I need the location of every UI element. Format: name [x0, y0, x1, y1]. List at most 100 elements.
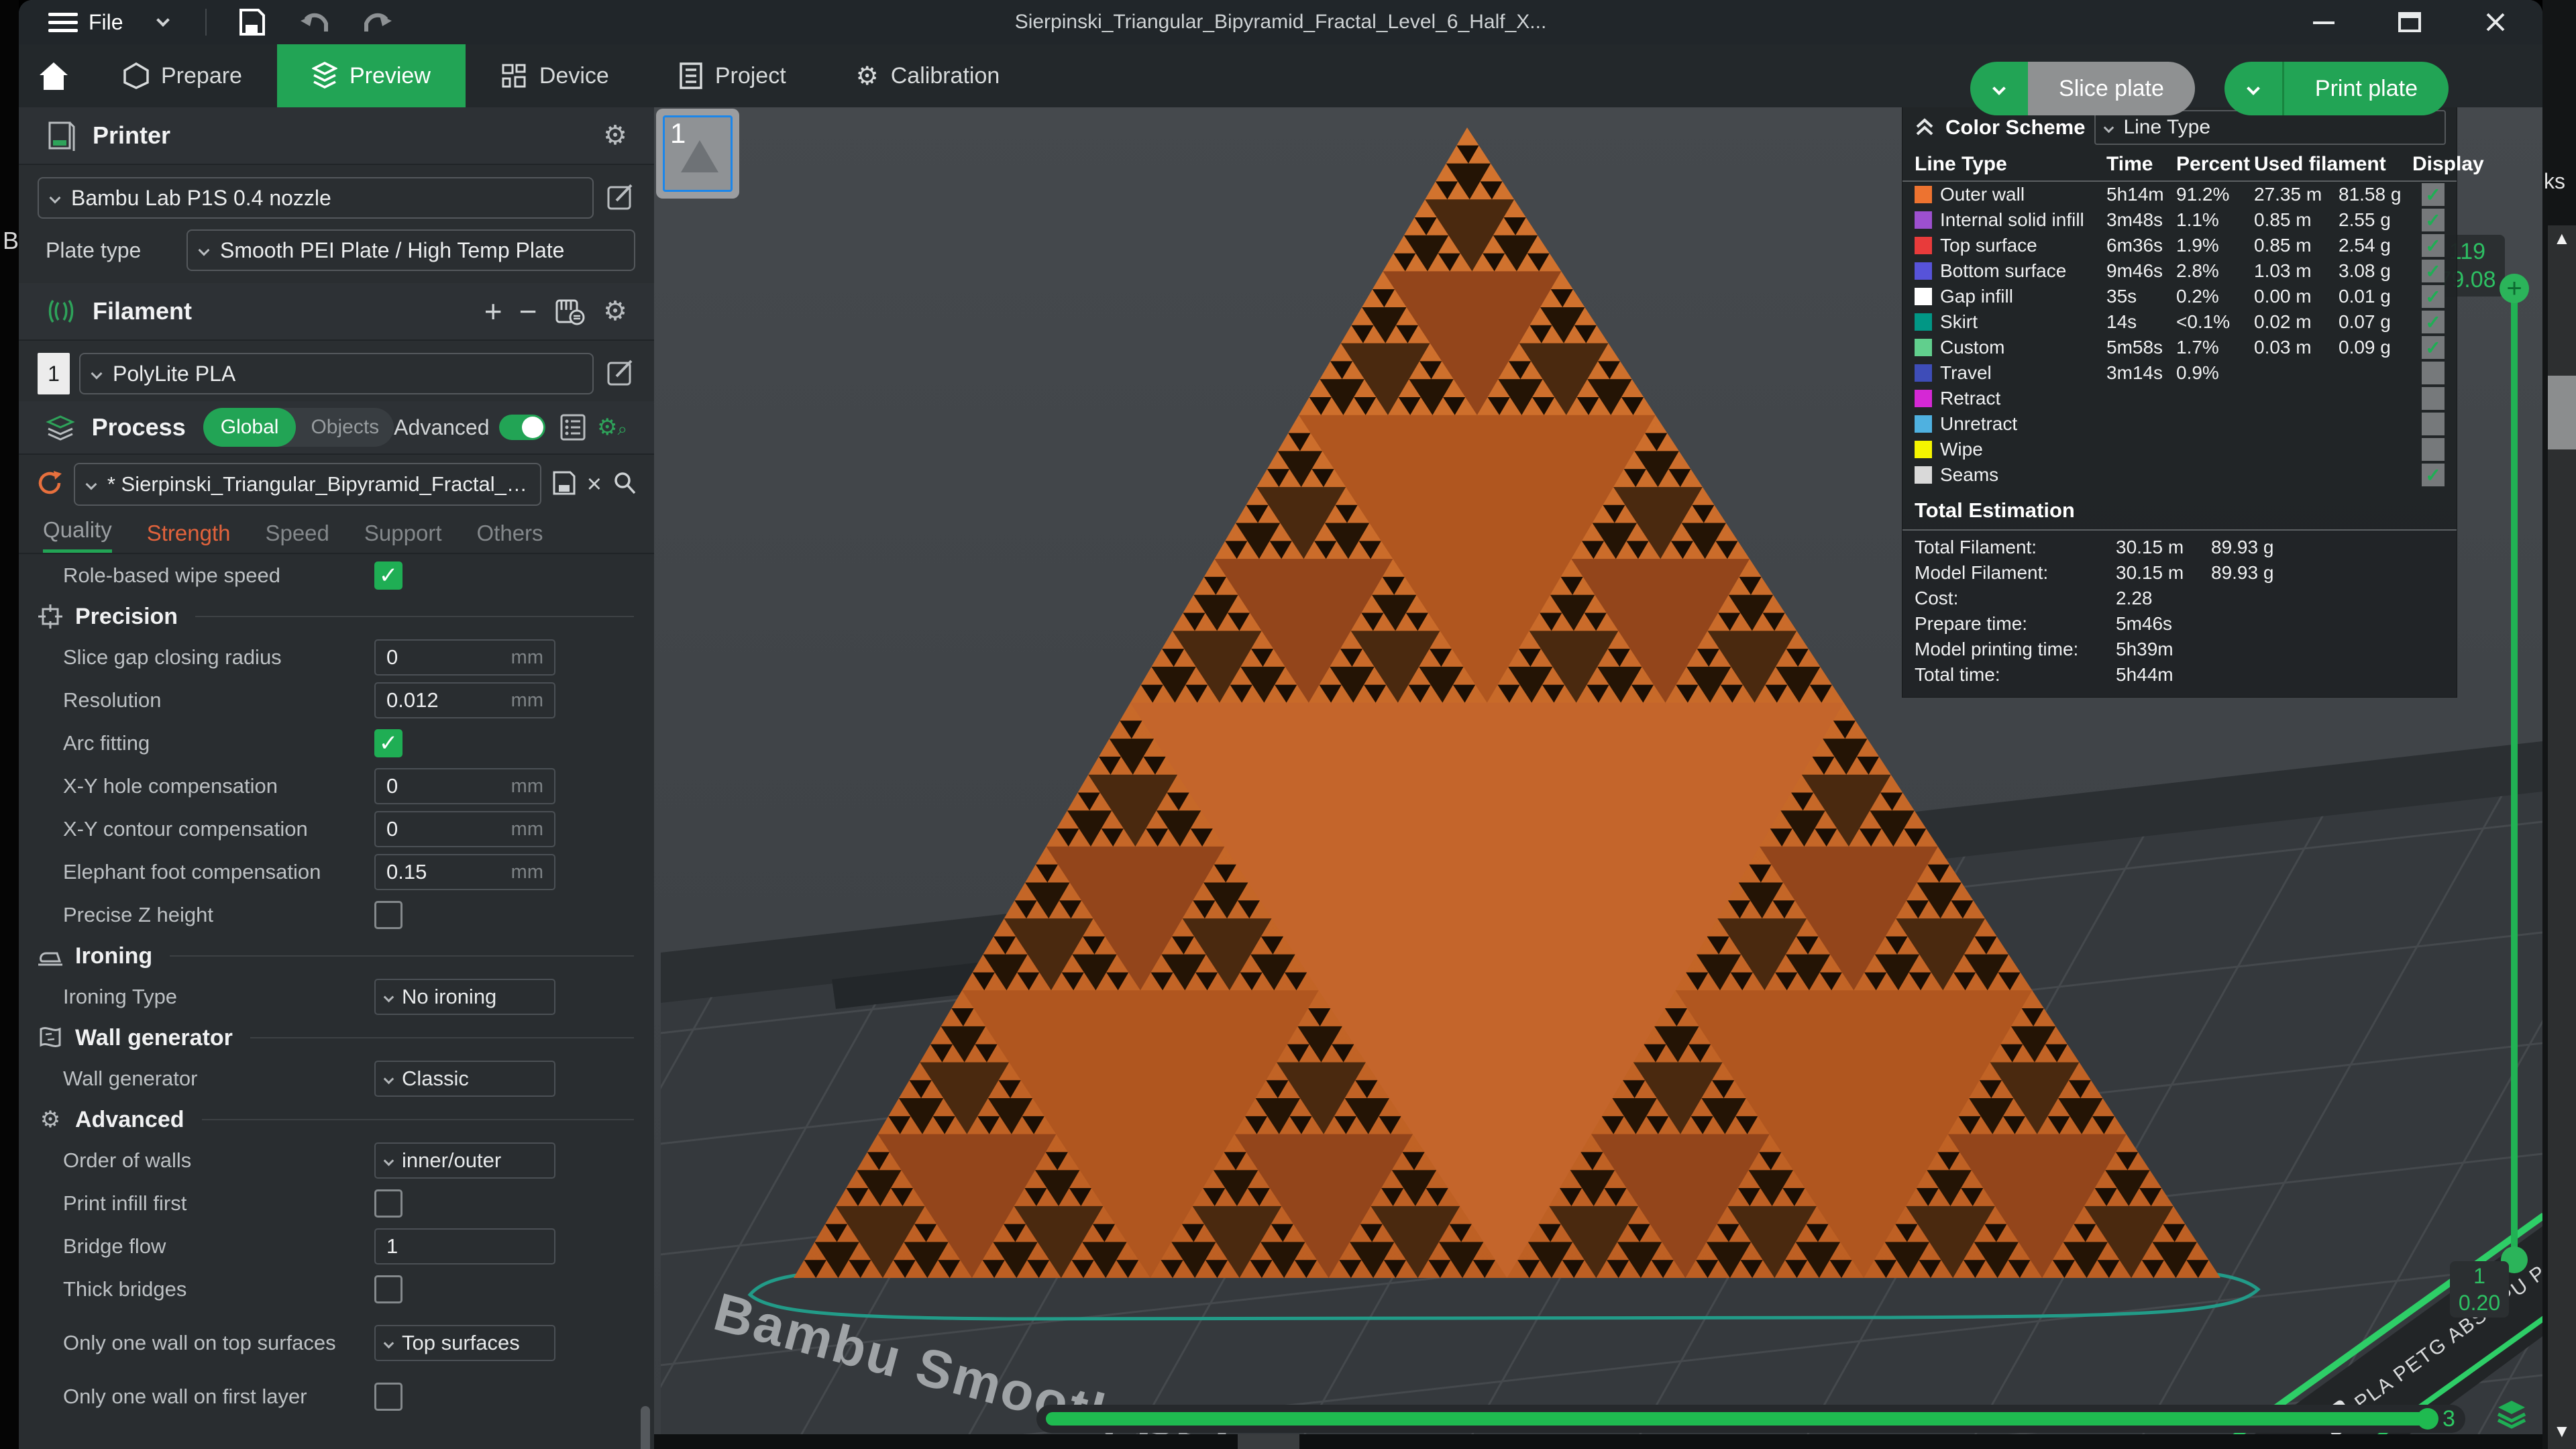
display-checkbox[interactable] — [2422, 387, 2445, 410]
collapse-panel-icon[interactable] — [1913, 116, 1936, 139]
maximize-button[interactable] — [2396, 9, 2423, 36]
ams-sync-icon[interactable] — [555, 296, 586, 327]
display-checkbox[interactable]: ✓ — [2422, 234, 2445, 257]
display-checkbox[interactable]: ✓ — [2422, 183, 2445, 206]
setting-label: Arc fitting — [63, 731, 358, 755]
select-dropdown[interactable]: No ironing — [374, 979, 555, 1015]
close-button[interactable] — [2482, 9, 2509, 36]
checkbox-unchecked[interactable] — [374, 901, 402, 929]
display-checkbox[interactable] — [2422, 413, 2445, 435]
background-scrollbar-thumb — [2548, 376, 2576, 449]
search-icon[interactable] — [611, 470, 638, 500]
redo-icon[interactable] — [362, 7, 393, 38]
select-dropdown[interactable]: Top surfaces — [374, 1325, 555, 1361]
process-section-header: Process Global Objects Advanced ⚙⌕ — [19, 401, 654, 455]
bottom-scrollbar-thumb[interactable] — [1238, 1434, 1299, 1449]
add-filament-button[interactable]: + — [476, 296, 511, 327]
checkbox-unchecked[interactable] — [374, 1383, 402, 1411]
checkbox-checked[interactable]: ✓ — [374, 561, 402, 590]
select-dropdown[interactable]: inner/outer — [374, 1142, 555, 1179]
filament-edit-icon[interactable] — [606, 358, 635, 390]
process-tab-speed[interactable]: Speed — [265, 521, 329, 553]
value-input[interactable]: 0.012mm — [374, 682, 555, 718]
display-checkbox[interactable]: ✓ — [2422, 464, 2445, 486]
settings-scrollbar[interactable] — [641, 1406, 650, 1449]
setting-row: X-Y contour compensation 0mm — [19, 808, 654, 851]
value-input[interactable]: 0mm — [374, 639, 555, 676]
menu-icon[interactable] — [48, 13, 78, 32]
print-plate-button[interactable]: Print plate — [2282, 62, 2449, 115]
value-input[interactable]: 0mm — [374, 768, 555, 804]
display-checkbox[interactable]: ✓ — [2422, 311, 2445, 333]
process-preset-dropdown[interactable]: * Sierpinski_Triangular_Bipyramid_Fracta… — [74, 463, 541, 506]
step-slider-handle[interactable] — [2417, 1408, 2438, 1430]
step-slider-value: 3 — [2443, 1406, 2455, 1432]
file-menu[interactable]: File — [89, 10, 123, 35]
remove-filament-button[interactable]: − — [511, 296, 545, 327]
layer-slider-top-handle[interactable]: + — [2500, 274, 2529, 303]
title-bar: File Sierpinski_Triangular_Bipyramid_Fra… — [19, 0, 2542, 44]
process-tab-quality[interactable]: Quality — [43, 517, 112, 553]
reset-process-icon[interactable] — [35, 468, 64, 501]
process-search-settings-icon[interactable]: ⚙⌕ — [597, 414, 627, 441]
value-input[interactable]: 0mm — [374, 811, 555, 847]
home-icon — [38, 60, 69, 91]
divider — [205, 9, 207, 36]
save-icon[interactable] — [236, 7, 267, 38]
select-dropdown[interactable]: Classic — [374, 1061, 555, 1097]
filament-settings-gear-icon[interactable]: ⚙ — [603, 298, 627, 325]
process-tab-support[interactable]: Support — [364, 521, 442, 553]
scope-objects[interactable]: Objects — [296, 416, 394, 439]
project-icon — [679, 62, 703, 90]
home-tab[interactable] — [19, 44, 89, 107]
undo-icon[interactable] — [299, 7, 330, 38]
scope-global[interactable]: Global — [203, 408, 297, 447]
checkbox-checked[interactable]: ✓ — [374, 729, 402, 757]
filament-section-header: Filament + − ⚙ — [19, 283, 654, 341]
slice-plate-dropdown[interactable] — [1970, 62, 2028, 115]
display-checkbox[interactable] — [2422, 362, 2445, 384]
filament-preset-dropdown[interactable]: PolyLite PLA — [79, 353, 594, 394]
plate-type-dropdown[interactable]: Smooth PEI Plate / High Temp Plate — [186, 229, 635, 271]
minimize-button[interactable] — [2310, 9, 2337, 36]
delete-preset-icon[interactable]: × — [587, 470, 602, 499]
tab-preview[interactable]: Preview — [277, 44, 466, 107]
checkbox-unchecked[interactable] — [374, 1275, 402, 1303]
layer-slider-track[interactable] — [2511, 301, 2518, 1258]
parameter-list-icon[interactable] — [557, 412, 588, 443]
section-header-precision: Precision — [19, 597, 654, 636]
setting-label: Print infill first — [63, 1191, 358, 1216]
save-preset-icon[interactable] — [551, 470, 578, 500]
display-checkbox[interactable]: ✓ — [2422, 209, 2445, 231]
slice-plate-button[interactable]: Slice plate — [2028, 62, 2195, 115]
section-header-wall-generator: Wall generator — [19, 1018, 654, 1057]
display-checkbox[interactable]: ✓ — [2422, 260, 2445, 282]
process-tab-strength[interactable]: Strength — [147, 521, 231, 553]
legend-row: Skirt14s<0.1%0.02 m0.07 g✓ — [1902, 309, 2457, 335]
setting-row: Bridge flow1 — [19, 1225, 654, 1268]
print-plate-dropdown[interactable] — [2224, 62, 2282, 115]
plate-thumbnail[interactable]: 1 — [656, 109, 739, 199]
advanced-toggle[interactable] — [499, 415, 546, 440]
value-input[interactable]: 1 — [374, 1228, 555, 1265]
tab-prepare[interactable]: Prepare — [89, 44, 277, 107]
display-checkbox[interactable]: ✓ — [2422, 336, 2445, 359]
value-input[interactable]: 0.15mm — [374, 854, 555, 890]
setting-label: X-Y contour compensation — [63, 817, 358, 841]
process-tab-others[interactable]: Others — [477, 521, 543, 553]
display-checkbox[interactable]: ✓ — [2422, 285, 2445, 308]
preview-icon — [312, 62, 337, 90]
file-menu-chevron-icon[interactable] — [156, 13, 170, 27]
tab-calibration[interactable]: ⚙ Calibration — [821, 44, 1035, 107]
display-checkbox[interactable] — [2422, 438, 2445, 461]
checkbox-unchecked[interactable] — [374, 1189, 402, 1218]
printer-preset-dropdown[interactable]: Bambu Lab P1S 0.4 nozzle — [38, 177, 594, 219]
tab-device[interactable]: Device — [466, 44, 644, 107]
printer-edit-icon[interactable] — [606, 182, 635, 215]
total-estimation-row: Total Filament:30.15 m89.93 g — [1902, 535, 2457, 560]
step-slider[interactable]: 3 — [1036, 1405, 2465, 1433]
printer-settings-gear-icon[interactable]: ⚙ — [603, 122, 627, 149]
settings-list: Role-based wipe speed✓PrecisionSlice gap… — [19, 553, 654, 1449]
tab-project[interactable]: Project — [644, 44, 821, 107]
ironing-icon — [35, 941, 66, 971]
